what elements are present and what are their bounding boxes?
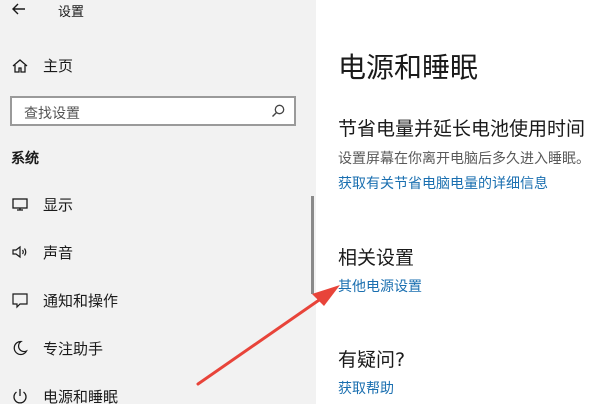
sidebar-item-notifications[interactable]: 通知和操作 [0,280,316,320]
speaker-icon [11,243,29,261]
sidebar: 设置 主页 查找设置 系统 显示 声音 通知和操作 专注助手 电源和睡眠 [0,0,316,406]
title-bar: 设置 [0,0,316,22]
save-power-heading: 节省电量并延长电池使用时间 [338,118,586,140]
help-heading: 有疑问? [338,349,406,371]
home-icon [11,57,29,75]
sidebar-item-label: 显示 [43,196,74,214]
page-title: 电源和睡眠 [338,51,479,84]
save-power-description: 设置屏幕在你离开电脑后多久进入睡眠。 [338,151,590,167]
related-settings-heading: 相关设置 [338,247,415,269]
sidebar-scrollbar[interactable] [311,196,314,294]
sidebar-item-focus-assist[interactable]: 专注助手 [0,328,316,368]
section-title: 系统 [11,151,39,167]
sidebar-item-label: 声音 [43,244,74,262]
search-icon[interactable] [270,103,286,119]
save-power-info-link[interactable]: 获取有关节省电脑电量的详细信息 [338,173,548,193]
back-arrow-icon[interactable] [10,0,28,18]
sidebar-item-label: 通知和操作 [43,292,119,310]
sidebar-item-label: 主页 [43,57,74,75]
notification-icon [11,291,29,309]
power-icon [11,387,29,405]
moon-icon [11,339,29,357]
main-content: 电源和睡眠 节省电量并延长电池使用时间 设置屏幕在你离开电脑后多久进入睡眠。 获… [316,0,600,404]
search-input[interactable]: 查找设置 [10,96,296,126]
sidebar-item-power-sleep[interactable]: 电源和睡眠 [0,376,316,416]
search-placeholder: 查找设置 [24,106,80,122]
monitor-icon [11,195,29,213]
sidebar-item-home[interactable]: 主页 [0,46,316,86]
sidebar-item-label: 专注助手 [43,340,104,358]
get-help-link[interactable]: 获取帮助 [338,378,394,398]
sidebar-item-sound[interactable]: 声音 [0,232,316,272]
sidebar-item-display[interactable]: 显示 [0,184,316,224]
additional-power-settings-link[interactable]: 其他电源设置 [338,276,422,296]
app-title: 设置 [58,5,85,20]
